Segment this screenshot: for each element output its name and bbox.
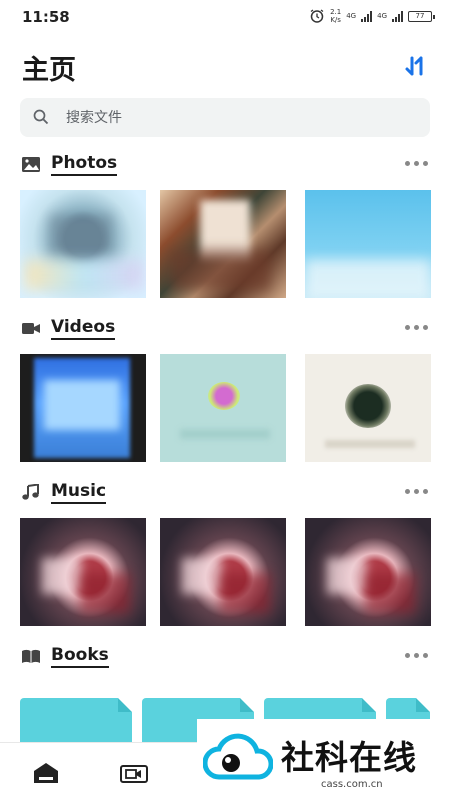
search-input[interactable] (66, 98, 406, 137)
status-bar: 11:58 2.1 K/s 4G 4G 77 (0, 0, 450, 34)
watermark: 社科在线 cass.com.cn (197, 719, 450, 800)
more-horizontal-icon[interactable] (405, 484, 431, 498)
home-icon[interactable] (31, 761, 61, 785)
status-icons: 2.1 K/s 4G 4G 77 (309, 8, 435, 24)
sort-arrows-icon[interactable] (402, 52, 432, 80)
network-speed-value: 2.1 (330, 8, 342, 16)
photo-thumbnail[interactable] (20, 190, 146, 298)
battery-level: 77 (415, 11, 425, 20)
videocam-icon (22, 323, 40, 334)
alarm-icon (310, 9, 324, 23)
network-type-1: 4G (346, 12, 357, 20)
music-thumbnail[interactable] (160, 518, 286, 626)
search-bar[interactable] (20, 98, 430, 137)
book-file-thumbnail[interactable] (20, 698, 132, 748)
music-thumbnail[interactable] (20, 518, 146, 626)
video-thumbnail[interactable] (20, 354, 146, 462)
network-speed-unit: K/s (330, 16, 341, 24)
video-thumbnail[interactable] (160, 354, 286, 462)
section-title-videos[interactable]: Videos (51, 316, 116, 340)
section-title-photos[interactable]: Photos (51, 152, 118, 176)
photo-thumbnail[interactable] (305, 190, 431, 298)
more-horizontal-icon[interactable] (405, 156, 431, 170)
section-music-header[interactable]: Music (21, 480, 431, 506)
section-title-books[interactable]: Books (51, 644, 109, 668)
section-photos-header[interactable]: Photos (21, 152, 431, 178)
section-books-header[interactable]: Books (21, 644, 431, 670)
watermark-url: cass.com.cn (321, 779, 383, 790)
more-horizontal-icon[interactable] (405, 320, 431, 334)
video-folder-icon[interactable] (119, 761, 149, 785)
book-open-icon (22, 649, 40, 663)
battery-icon: 77 (408, 10, 435, 22)
section-videos-header[interactable]: Videos (21, 316, 431, 342)
music-thumbnail[interactable] (305, 518, 431, 626)
signal-icon-2 (392, 10, 403, 22)
section-title-music[interactable]: Music (51, 480, 107, 504)
more-horizontal-icon[interactable] (405, 648, 431, 662)
cloud-eye-logo-icon (203, 733, 273, 780)
network-speed: 2.1 K/s (330, 8, 341, 24)
network-type-2: 4G (377, 12, 387, 20)
page-title: 主页 (22, 55, 76, 86)
signal-icon (361, 10, 373, 22)
watermark-name: 社科在线 (281, 738, 417, 777)
video-thumbnail[interactable] (305, 354, 431, 462)
music-note-icon (22, 484, 39, 500)
status-time: 11:58 (22, 8, 70, 26)
photo-thumbnail[interactable] (160, 190, 286, 298)
image-icon (22, 157, 40, 172)
search-icon (33, 109, 49, 125)
